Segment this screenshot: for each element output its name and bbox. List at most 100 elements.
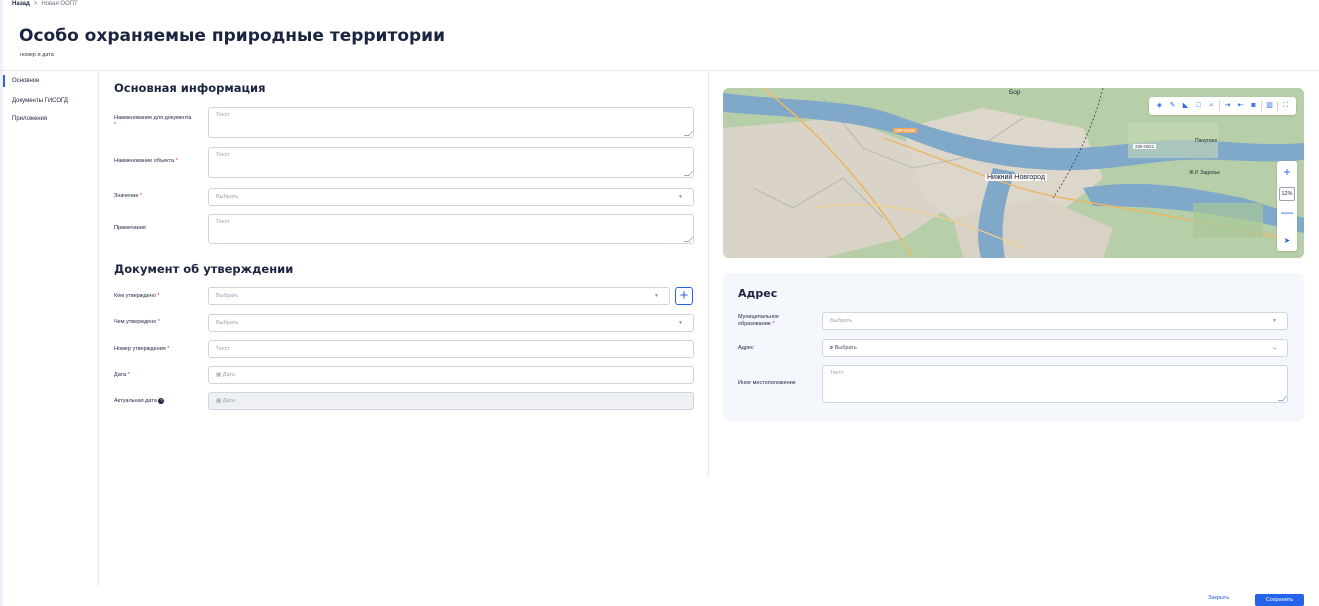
by-whom-label-text: Кем утверждено bbox=[114, 293, 156, 299]
nav-item-gisogd-docs[interactable]: Документы ГИСОГД bbox=[3, 95, 98, 107]
object-name-placeholder: Текст bbox=[216, 152, 230, 158]
main-info-title: Основная информация bbox=[114, 81, 266, 95]
page-title: Особо охраняемые природные территории bbox=[19, 26, 445, 46]
chevron-down-icon: ▼ bbox=[678, 194, 683, 200]
calendar-icon: ▦ bbox=[216, 372, 222, 378]
calendar-icon: ▦ bbox=[216, 398, 222, 404]
number-label-text: Номер утверждения bbox=[114, 346, 166, 352]
required-mark: * bbox=[772, 321, 775, 327]
page-subtitle: номер и дата bbox=[20, 52, 54, 58]
nav-item-attachments[interactable]: Приложения bbox=[3, 113, 98, 125]
layers-icon[interactable]: ◈ bbox=[1154, 99, 1165, 113]
map-road-label-1: 22Р-0159 bbox=[893, 128, 917, 133]
export-icon[interactable]: ⇤ bbox=[1235, 99, 1246, 113]
map-city-label: Нижний Новгород bbox=[985, 174, 1047, 181]
doc-name-textarea[interactable]: Текст bbox=[208, 107, 694, 138]
map-toolbar: ◈ ✎ ◣ □ ⌕ ⇥ ⇤ ◙ ▥ ⛶ bbox=[1149, 97, 1296, 115]
number-label: Номер утверждения * bbox=[114, 346, 169, 353]
zoom-in-button[interactable]: + bbox=[1277, 165, 1297, 179]
fullscreen-icon[interactable]: ⛶ bbox=[1280, 99, 1291, 113]
other-location-textarea[interactable]: Текст bbox=[822, 365, 1288, 403]
actual-date-input: ▦ Дата bbox=[208, 392, 694, 410]
required-mark: * bbox=[157, 319, 160, 325]
value-label-text: Значение bbox=[114, 193, 139, 199]
resize-grip-icon[interactable] bbox=[683, 171, 694, 176]
other-location-label: Иное местоположение bbox=[738, 380, 796, 386]
value-placeholder: Выбрать bbox=[216, 194, 239, 200]
breadcrumb-back-link[interactable]: Назад bbox=[12, 1, 30, 7]
nav-item-main[interactable]: Основное bbox=[3, 75, 98, 87]
by-whom-placeholder: Выбрать bbox=[216, 293, 239, 299]
zoom-level: 12% bbox=[1279, 187, 1295, 201]
chevron-down-icon: ▼ bbox=[678, 320, 683, 326]
column-divider bbox=[708, 71, 709, 476]
address-title: Адрес bbox=[738, 287, 778, 300]
doc-name-placeholder: Текст bbox=[216, 112, 230, 118]
required-mark: * bbox=[175, 158, 178, 164]
date-input[interactable]: ▦ Дата bbox=[208, 366, 694, 384]
required-mark: * bbox=[127, 372, 130, 378]
help-icon[interactable]: ? bbox=[158, 398, 165, 404]
address-search-select[interactable]: ⌕ Выбрать ⌄ bbox=[822, 339, 1288, 357]
side-navigation: Основное Документы ГИСОГД Приложения bbox=[3, 71, 99, 586]
municipality-select[interactable]: Выбрать ▼ bbox=[822, 312, 1288, 330]
chevron-down-icon: ▼ bbox=[1272, 318, 1277, 324]
toolbar-separator bbox=[1277, 101, 1278, 111]
locate-icon[interactable]: ➤ bbox=[1277, 231, 1297, 251]
object-name-textarea[interactable]: Текст bbox=[208, 147, 694, 178]
date-label: Дата * bbox=[114, 372, 130, 379]
camera-icon[interactable]: ◙ bbox=[1248, 99, 1259, 113]
map-road-label-2: 22К-0021 bbox=[1133, 144, 1157, 149]
doc-name-label: Наименование для документа * bbox=[114, 115, 194, 129]
by-what-label: Чем утверждено * bbox=[114, 319, 160, 326]
map-place-pavlovo: Панутино bbox=[1195, 138, 1218, 144]
number-placeholder: Текст bbox=[216, 346, 230, 352]
map-view[interactable]: Бор Нижний Новгород Панутино Ж.Р. Задоль… bbox=[723, 88, 1304, 258]
doc-name-label-text: Наименование для документа bbox=[114, 115, 192, 121]
by-what-label-text: Чем утверждено bbox=[114, 319, 157, 325]
municipality-placeholder: Выбрать bbox=[830, 318, 853, 324]
by-whom-label: Кем утверждено * bbox=[114, 293, 160, 300]
by-whom-select[interactable]: Выбрать ▼ bbox=[208, 287, 670, 305]
actual-date-label: Актуальная дата ? bbox=[114, 398, 165, 405]
address-placeholder: Выбрать bbox=[834, 345, 857, 351]
required-mark: * bbox=[139, 193, 143, 199]
actual-date-label-text: Актуальная дата bbox=[114, 398, 157, 404]
search-icon: ⌕ bbox=[830, 345, 834, 351]
toolbar-separator bbox=[1219, 101, 1220, 111]
object-name-label-text: Наименование объекта bbox=[114, 158, 175, 164]
by-what-select[interactable]: Выбрать ▼ bbox=[208, 314, 694, 332]
notes-label: Примечания bbox=[114, 225, 146, 231]
required-mark: * bbox=[167, 346, 170, 352]
chevron-down-icon: ⌄ bbox=[1272, 345, 1277, 351]
header-divider bbox=[0, 70, 1319, 71]
resize-grip-icon[interactable] bbox=[1277, 396, 1288, 401]
required-mark: * bbox=[157, 293, 160, 299]
approval-title: Документ об утверждении bbox=[114, 262, 294, 276]
save-button[interactable]: Сохранить bbox=[1255, 594, 1304, 606]
pencil-icon[interactable]: ✎ bbox=[1167, 99, 1178, 113]
trash-icon[interactable]: ▥ bbox=[1264, 99, 1275, 113]
ruler-icon[interactable]: ◣ bbox=[1180, 99, 1191, 113]
close-button[interactable]: Закрыть bbox=[1208, 595, 1229, 601]
value-label: Значение * bbox=[114, 193, 142, 200]
required-mark: * bbox=[114, 122, 117, 128]
actual-date-placeholder: Дата bbox=[222, 398, 235, 404]
map-place-zadolye: Ж.Р. Задолье bbox=[1189, 170, 1220, 176]
map-place-bor: Бор bbox=[1009, 89, 1021, 96]
value-select[interactable]: Выбрать ▼ bbox=[208, 188, 694, 206]
import-icon[interactable]: ⇥ bbox=[1222, 99, 1233, 113]
search-icon[interactable]: ⌕ bbox=[1206, 99, 1217, 113]
resize-grip-icon[interactable] bbox=[683, 237, 694, 242]
number-input[interactable]: Текст bbox=[208, 340, 694, 358]
zoom-out-button[interactable]: — bbox=[1277, 205, 1297, 219]
address-label: Адрес bbox=[738, 345, 754, 351]
add-approver-button[interactable]: + bbox=[675, 287, 693, 305]
breadcrumb-separator-icon: > bbox=[33, 1, 38, 7]
resize-grip-icon[interactable] bbox=[683, 131, 694, 136]
other-location-placeholder: Текст bbox=[830, 370, 844, 376]
square-icon[interactable]: □ bbox=[1193, 99, 1204, 113]
by-what-placeholder: Выбрать bbox=[216, 320, 239, 326]
notes-textarea[interactable]: Текст bbox=[208, 214, 694, 244]
breadcrumb: Назад > Новая ООПТ bbox=[12, 1, 78, 7]
